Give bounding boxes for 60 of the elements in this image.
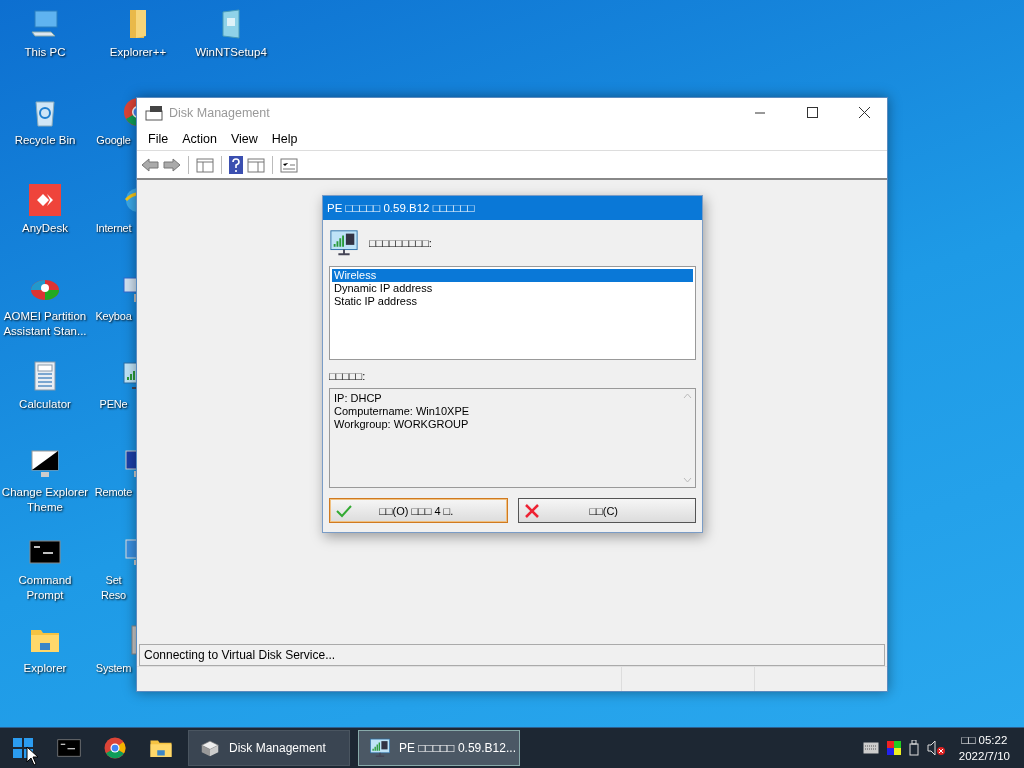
maximize-icon: [806, 107, 818, 118]
info-line: Computername: Win10XPE: [334, 405, 471, 418]
icon-label[interactable]: Recycle Bin: [0, 133, 90, 148]
clock-date: 2022/7/10: [958, 749, 1010, 764]
icon-label[interactable]: AOMEI Partition Assistant Stan...: [0, 309, 90, 339]
icon-label[interactable]: Keyboa: [93, 309, 134, 324]
menu-item[interactable]: Action: [175, 131, 224, 146]
anydesk-icon[interactable]: [29, 184, 61, 216]
network-monitor-icon: [329, 228, 359, 258]
clock[interactable]: □□ 05:22 2022/7/10: [952, 732, 1016, 764]
menu-item[interactable]: File: [141, 131, 176, 146]
icon-label[interactable]: WinNTSetup4: [186, 45, 276, 60]
window-title: Disk Management: [169, 105, 271, 120]
icon-label[interactable]: Remote: [93, 485, 134, 500]
mouse-cursor-icon: [26, 746, 38, 766]
checkmark-icon: [336, 503, 352, 518]
color-grid-icon[interactable]: [886, 741, 901, 755]
option-list[interactable]: Wireless Dynamic IP address Static IP address: [329, 266, 696, 360]
speaker-muted-icon[interactable]: [926, 740, 945, 756]
list-item[interactable]: Dynamic IP address: [332, 282, 693, 295]
menu-item[interactable]: Help: [264, 131, 305, 146]
help-icon[interactable]: [229, 155, 243, 174]
info-line: IP: DHCP: [334, 392, 383, 405]
info-line: Workgroup: WORKGROUP: [334, 418, 470, 431]
dialog-title: PE □□□□□ 0.59.B12 □□□□□□: [323, 196, 702, 220]
taskbar-button[interactable]: PE □□□□□ 0.59.B12...: [358, 730, 520, 766]
icon-label[interactable]: Google: [93, 133, 134, 148]
status-bar: Connecting to Virtual Disk Service...: [139, 644, 885, 666]
network-monitor-icon: [369, 737, 391, 759]
prompt-label: □□□□□□□□□:: [369, 237, 432, 249]
panel-icon[interactable]: [196, 156, 214, 173]
icon-label[interactable]: This PC: [0, 45, 90, 60]
taskbar-button[interactable]: Disk Management: [188, 730, 350, 766]
disk-drive-icon: [145, 104, 163, 121]
icon-label[interactable]: Command Prompt: [0, 573, 90, 603]
forward-arrow-icon[interactable]: [163, 156, 181, 173]
icon-label[interactable]: System: [93, 661, 134, 676]
icon-label[interactable]: Internet: [93, 221, 134, 236]
back-arrow-icon[interactable]: [141, 156, 159, 173]
clock-time: □□ 05:22: [961, 733, 1008, 748]
chrome-icon[interactable]: [103, 736, 127, 760]
dialog-button[interactable]: □□(O) □□□ 4 □.: [329, 498, 508, 523]
icon-label[interactable]: Explorer: [0, 661, 90, 676]
info-label: □□□□□:: [329, 370, 367, 382]
network-monitor-icon[interactable]: [122, 360, 136, 392]
usb-drive-icon[interactable]: [908, 740, 919, 756]
close-icon: [858, 107, 870, 118]
list-item[interactable]: Static IP address: [332, 295, 693, 308]
computer-icon[interactable]: [29, 8, 61, 40]
icon-label[interactable]: Change Explorer Theme: [0, 485, 90, 515]
cross-icon: [524, 503, 539, 518]
icon-label[interactable]: Explorer++: [93, 45, 183, 60]
checklist-icon[interactable]: [280, 156, 298, 173]
dialog-button[interactable]: □□(C): [517, 498, 696, 523]
icon-label[interactable]: Set Reso: [93, 573, 134, 603]
list-item[interactable]: Wireless: [332, 269, 693, 282]
menu-item[interactable]: View: [223, 131, 265, 146]
icon-label[interactable]: PENe: [93, 397, 134, 412]
icon-label[interactable]: AnyDesk: [0, 221, 90, 236]
icon-label[interactable]: Calculator: [0, 397, 90, 412]
